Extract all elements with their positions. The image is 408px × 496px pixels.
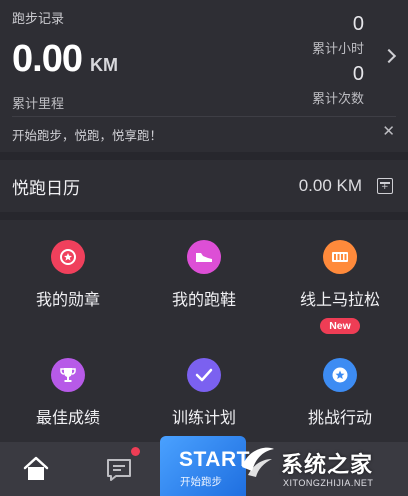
total-hours-label: 累计小时 [311, 42, 364, 57]
total-runs-label: 累计次数 [311, 92, 364, 107]
calendar-title: 悦跑日历 [12, 179, 80, 199]
feature-grid: 我的勋章 我的跑鞋 线上马拉松 New 最佳成绩 训练计划 挑战行动 [0, 220, 408, 442]
star-icon [323, 358, 357, 392]
grid-item-shoes[interactable]: 我的跑鞋 [136, 220, 272, 328]
shoe-icon [187, 240, 221, 274]
grid-item-medals[interactable]: 我的勋章 [0, 220, 136, 328]
calendar-add-icon[interactable]: + [377, 178, 393, 194]
total-runs-value: 0 [352, 63, 364, 85]
grid-item-label: 线上马拉松 [299, 290, 380, 309]
divider [12, 116, 396, 117]
marathon-icon [323, 240, 357, 274]
check-icon [187, 358, 221, 392]
total-distance-value: 0.00 [12, 38, 83, 80]
total-hours-stat: 0 累计小时 [312, 14, 364, 57]
grid-item-best-records[interactable]: 最佳成绩 [0, 338, 136, 446]
watermark-text: 系统之家 [281, 453, 374, 478]
calendar-distance-value: 0.00 KM [298, 176, 362, 195]
total-runs-stat: 0 累计次数 [312, 64, 364, 107]
grid-item-label: 最佳成绩 [35, 408, 100, 427]
start-run-button[interactable]: START 开始跑步 [160, 436, 249, 496]
watermark-url: XITONGZHIJIA.NET [283, 478, 374, 488]
medal-icon [51, 240, 85, 274]
total-distance: 0.00 KM [12, 38, 118, 81]
start-button-sublabel: 开始跑步 [180, 476, 222, 488]
total-hours-value: 0 [352, 13, 364, 35]
home-icon[interactable] [22, 456, 50, 482]
message-icon[interactable] [106, 458, 132, 482]
notification-dot [131, 447, 140, 456]
grid-item-training-plan[interactable]: 训练计划 [136, 338, 272, 446]
slogan-banner-text: 开始跑步，悦跑，悦享跑！ [12, 128, 163, 143]
chevron-right-icon[interactable] [381, 48, 397, 64]
trophy-icon [51, 358, 85, 392]
grid-item-label: 训练计划 [171, 408, 236, 427]
grid-item-challenge[interactable]: 挑战行动 [272, 338, 408, 446]
total-distance-unit: KM [89, 55, 118, 75]
total-distance-label: 累计里程 [12, 97, 65, 112]
new-badge: New [320, 318, 360, 334]
close-icon[interactable]: ✕ [382, 124, 395, 139]
grid-item-label: 挑战行动 [307, 408, 372, 427]
summary-title: 跑步记录 [12, 12, 65, 27]
run-calendar-row[interactable]: 悦跑日历 0.00 KM + [0, 160, 408, 212]
grid-item-label: 我的勋章 [35, 290, 100, 309]
run-summary-card[interactable]: 跑步记录 0.00 KM 累计里程 0 累计小时 0 累计次数 开始跑步，悦跑，… [0, 0, 408, 152]
grid-item-online-marathon[interactable]: 线上马拉松 New [272, 220, 408, 334]
watermark-logo-icon [242, 447, 274, 477]
grid-item-label: 我的跑鞋 [171, 290, 236, 309]
